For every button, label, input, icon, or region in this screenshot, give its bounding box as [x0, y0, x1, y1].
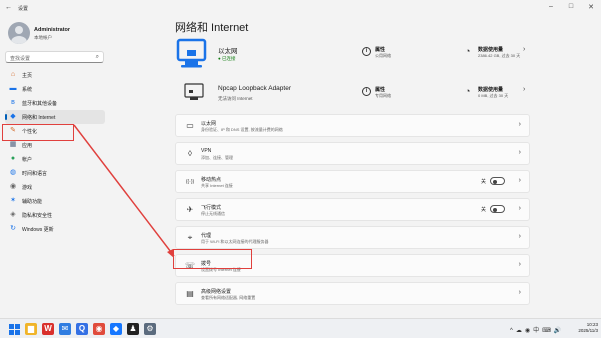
tray-symbol[interactable]: 🔊	[554, 328, 561, 334]
tray-symbol[interactable]: ^	[510, 328, 513, 334]
tray-symbol[interactable]: 中	[533, 328, 539, 334]
explorer-icon[interactable]: ▆	[25, 323, 37, 335]
clock-date: 2025/11/3	[578, 328, 598, 333]
annotation-arrow	[73, 124, 175, 258]
wechat-work-icon[interactable]: ✉	[59, 323, 71, 335]
tray-symbol[interactable]: ◉	[525, 328, 530, 334]
tray-symbol[interactable]: ☁	[516, 328, 522, 334]
wps-icon[interactable]: W	[42, 323, 54, 335]
settings-icon[interactable]: ⚙	[144, 323, 156, 335]
clock[interactable]: 10:23 2025/11/3	[572, 322, 598, 334]
chrome-icon[interactable]: ◉	[93, 323, 105, 335]
qq-browser-icon[interactable]: Q	[76, 323, 88, 335]
dingtalk-icon[interactable]: ◆	[110, 323, 122, 335]
tray-symbol[interactable]: ⌨	[542, 328, 551, 334]
start-icon[interactable]	[8, 323, 20, 335]
system-tray: ^ ☁ ◉ 中 ⌨ 🔊	[510, 325, 564, 334]
qq-icon[interactable]: ♟	[127, 323, 139, 335]
taskbar: ^ ☁ ◉ 中 ⌨ 🔊 10:23 2025/11/3 ▆ W ✉ Q ◉ ◆ ♟ ⚙	[0, 318, 601, 338]
